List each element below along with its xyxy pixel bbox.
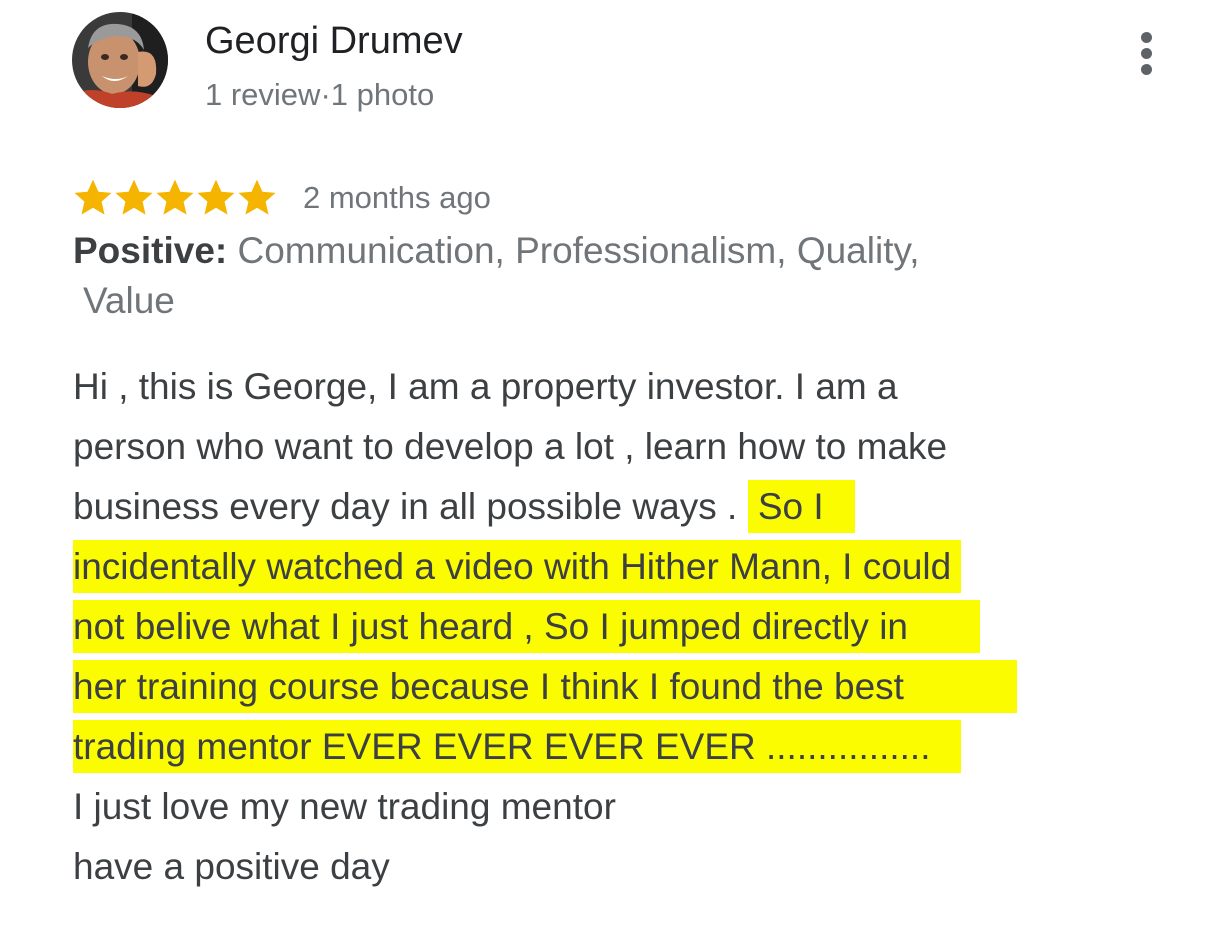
highlighted-text: So I — [747, 480, 855, 533]
reviewer-meta: 1 review·1 photo — [205, 77, 434, 113]
photo-count: 1 photo — [330, 77, 435, 112]
highlighted-text: incidentally watched a video with Hither… — [73, 540, 962, 593]
review-time: 2 months ago — [303, 180, 491, 215]
star-icon — [238, 179, 276, 215]
attributes-values-line2: Value — [83, 280, 175, 321]
star-icon — [115, 179, 153, 215]
review-line: I just love my new trading mentor — [73, 786, 616, 827]
highlighted-text: trading mentor EVER EVER EVER EVER .....… — [73, 720, 962, 773]
review-attributes: Positive: Communication, Professionalism… — [73, 226, 1073, 326]
attributes-values-line1: Communication, Professionalism, Quality, — [237, 230, 920, 271]
reviewer-name[interactable]: Georgi Drumev — [205, 20, 463, 63]
rating-row: 2 months ago — [72, 174, 491, 222]
reviewer-avatar[interactable] — [72, 12, 168, 108]
meta-separator: · — [320, 77, 331, 112]
highlighted-text: her training course because I think I fo… — [73, 660, 1018, 713]
attributes-label: Positive: — [73, 230, 228, 271]
review-line: business every day in all possible ways … — [73, 486, 738, 527]
review-text: Hi , this is George, I am a property inv… — [73, 357, 1123, 897]
review-line: person who want to develop a lot , learn… — [73, 426, 948, 467]
highlighted-text: not belive what I just heard , So I jump… — [73, 600, 980, 653]
review-line: Hi , this is George, I am a property inv… — [73, 366, 898, 407]
avatar-photo — [72, 12, 168, 108]
review-line: have a positive day — [73, 846, 390, 887]
star-icon — [197, 179, 235, 215]
star-rating — [72, 177, 277, 219]
star-icon — [156, 179, 194, 215]
more-options-button[interactable] — [1126, 28, 1166, 78]
star-icon — [74, 179, 112, 215]
review-count: 1 review — [205, 77, 321, 112]
